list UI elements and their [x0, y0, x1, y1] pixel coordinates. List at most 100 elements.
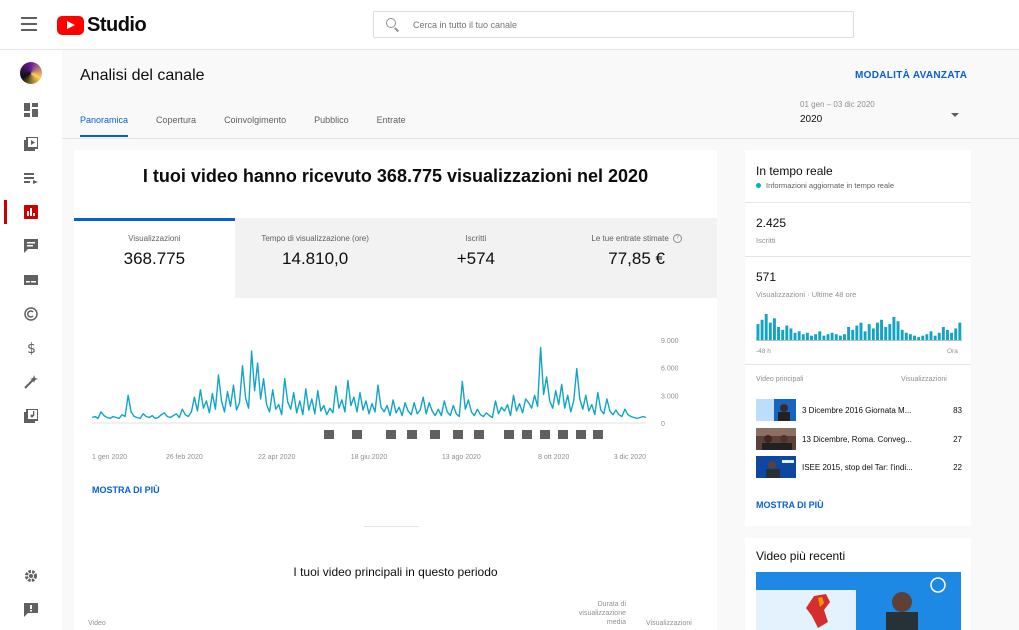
- realtime-bar[interactable]: [834, 334, 838, 340]
- realtime-bar[interactable]: [789, 328, 793, 340]
- realtime-bar[interactable]: [913, 335, 916, 340]
- realtime-bar[interactable]: [801, 334, 805, 340]
- monetization-icon[interactable]: $: [19, 336, 43, 360]
- realtime-bar[interactable]: [826, 334, 830, 340]
- realtime-bar[interactable]: [908, 334, 912, 340]
- video-marker-icon[interactable]: [474, 430, 484, 439]
- realtime-bar[interactable]: [855, 325, 859, 340]
- realtime-bar[interactable]: [900, 329, 904, 340]
- realtime-bar[interactable]: [764, 314, 768, 340]
- realtime-bar[interactable]: [950, 332, 954, 340]
- realtime-bar[interactable]: [822, 335, 826, 340]
- video-marker-icon[interactable]: [558, 430, 568, 439]
- dashboard-icon[interactable]: [19, 98, 43, 122]
- playlists-icon[interactable]: [19, 166, 43, 190]
- video-marker-icon[interactable]: [386, 430, 396, 439]
- realtime-bar[interactable]: [772, 318, 776, 340]
- realtime-bar[interactable]: [818, 331, 822, 340]
- realtime-bar[interactable]: [847, 327, 851, 340]
- realtime-bar[interactable]: [888, 324, 892, 340]
- views-series-line[interactable]: [91, 346, 647, 420]
- realtime-bar[interactable]: [777, 327, 781, 340]
- audio-library-icon[interactable]: [19, 404, 43, 428]
- realtime-bar[interactable]: [760, 319, 764, 340]
- realtime-bar[interactable]: [904, 332, 908, 340]
- realtime-bar[interactable]: [875, 322, 879, 340]
- realtime-bar[interactable]: [863, 331, 867, 340]
- channel-avatar[interactable]: [20, 62, 42, 84]
- realtime-bar[interactable]: [851, 329, 855, 340]
- realtime-video-row[interactable]: ISEE 2015, stop del Tar: l'indi... 22: [756, 456, 962, 478]
- search-input[interactable]: [413, 19, 833, 30]
- metric-revenue[interactable]: Le tue entrate stimate? 77,85 €: [556, 218, 717, 298]
- content-icon[interactable]: [19, 132, 43, 156]
- realtime-bar[interactable]: [933, 335, 937, 340]
- show-more-link[interactable]: MOSTRA DI PIÙ: [92, 485, 160, 495]
- realtime-bar[interactable]: [838, 335, 842, 340]
- realtime-bar[interactable]: [768, 322, 772, 340]
- realtime-bar[interactable]: [921, 335, 925, 340]
- video-marker-icon[interactable]: [504, 430, 514, 439]
- realtime-bar[interactable]: [937, 332, 941, 340]
- video-marker-icon[interactable]: [576, 430, 586, 439]
- realtime-bar[interactable]: [781, 329, 785, 340]
- realtime-bar[interactable]: [917, 337, 921, 340]
- video-marker-icon[interactable]: [593, 430, 603, 439]
- tab-engagement[interactable]: Coinvolgimento: [224, 115, 286, 137]
- column-views[interactable]: Visualizzazioni: [646, 620, 692, 627]
- realtime-bar[interactable]: [830, 332, 834, 340]
- tab-reach[interactable]: Copertura: [156, 115, 196, 137]
- realtime-bar[interactable]: [797, 331, 801, 340]
- realtime-bar[interactable]: [859, 322, 863, 340]
- realtime-video-row[interactable]: 3 Dicembre 2016 Giornata M... 83: [756, 399, 962, 421]
- copyright-icon[interactable]: [19, 302, 43, 326]
- realtime-show-more-link[interactable]: MOSTRA DI PIÙ: [756, 500, 824, 510]
- realtime-bar[interactable]: [884, 327, 888, 340]
- realtime-bar[interactable]: [892, 316, 896, 340]
- realtime-bar[interactable]: [880, 319, 884, 340]
- feedback-icon[interactable]: [19, 598, 43, 622]
- settings-icon[interactable]: [19, 564, 43, 588]
- realtime-bar[interactable]: [941, 327, 945, 340]
- video-marker-icon[interactable]: [407, 430, 417, 439]
- period-selector[interactable]: 01 gen – 03 dic 2020 2020: [800, 100, 875, 125]
- metric-subscribers[interactable]: Iscritti +574: [396, 218, 557, 298]
- advanced-mode-link[interactable]: MODALITÀ AVANZATA: [855, 70, 967, 81]
- video-marker-icon[interactable]: [324, 430, 334, 439]
- video-marker-icon[interactable]: [540, 430, 550, 439]
- tab-audience[interactable]: Pubblico: [314, 115, 349, 137]
- realtime-bar[interactable]: [896, 321, 900, 340]
- realtime-bar[interactable]: [946, 329, 949, 340]
- metric-views[interactable]: Visualizzazioni 368.775: [74, 218, 235, 298]
- realtime-bar[interactable]: [925, 334, 929, 340]
- realtime-bar[interactable]: [843, 334, 846, 340]
- analytics-icon[interactable]: [19, 200, 43, 224]
- realtime-bar[interactable]: [756, 324, 760, 340]
- tab-overview[interactable]: Panoramica: [80, 115, 129, 137]
- comments-icon[interactable]: [19, 234, 43, 258]
- realtime-bar[interactable]: [867, 324, 871, 340]
- realtime-video-row[interactable]: 13 Dicembre, Roma. Conveg... 27: [756, 428, 962, 450]
- customization-icon[interactable]: [19, 370, 43, 394]
- video-marker-icon[interactable]: [430, 430, 440, 439]
- realtime-bar[interactable]: [805, 332, 809, 340]
- info-icon[interactable]: ?: [672, 234, 682, 244]
- column-duration[interactable]: Durata di visualizzazione media: [562, 600, 626, 627]
- search-bar[interactable]: [373, 11, 854, 38]
- video-marker-icon[interactable]: [522, 430, 532, 439]
- realtime-bar[interactable]: [929, 331, 933, 340]
- realtime-bar[interactable]: [954, 328, 958, 340]
- realtime-bar[interactable]: [958, 322, 962, 340]
- video-marker-icon[interactable]: [453, 430, 463, 439]
- realtime-bar[interactable]: [814, 334, 818, 340]
- realtime-bar[interactable]: [871, 328, 875, 340]
- video-marker-icon[interactable]: [352, 430, 362, 439]
- metric-watch-time[interactable]: Tempo di visualizzazione (ore) 14.810,0: [235, 218, 396, 298]
- tab-revenue[interactable]: Entrate: [377, 115, 406, 137]
- youtube-studio-logo[interactable]: Studio: [57, 14, 147, 37]
- realtime-bar[interactable]: [810, 335, 813, 340]
- chevron-down-icon[interactable]: [951, 113, 959, 117]
- menu-icon[interactable]: [21, 17, 37, 31]
- subtitles-icon[interactable]: [19, 268, 43, 292]
- realtime-bar[interactable]: [785, 325, 789, 340]
